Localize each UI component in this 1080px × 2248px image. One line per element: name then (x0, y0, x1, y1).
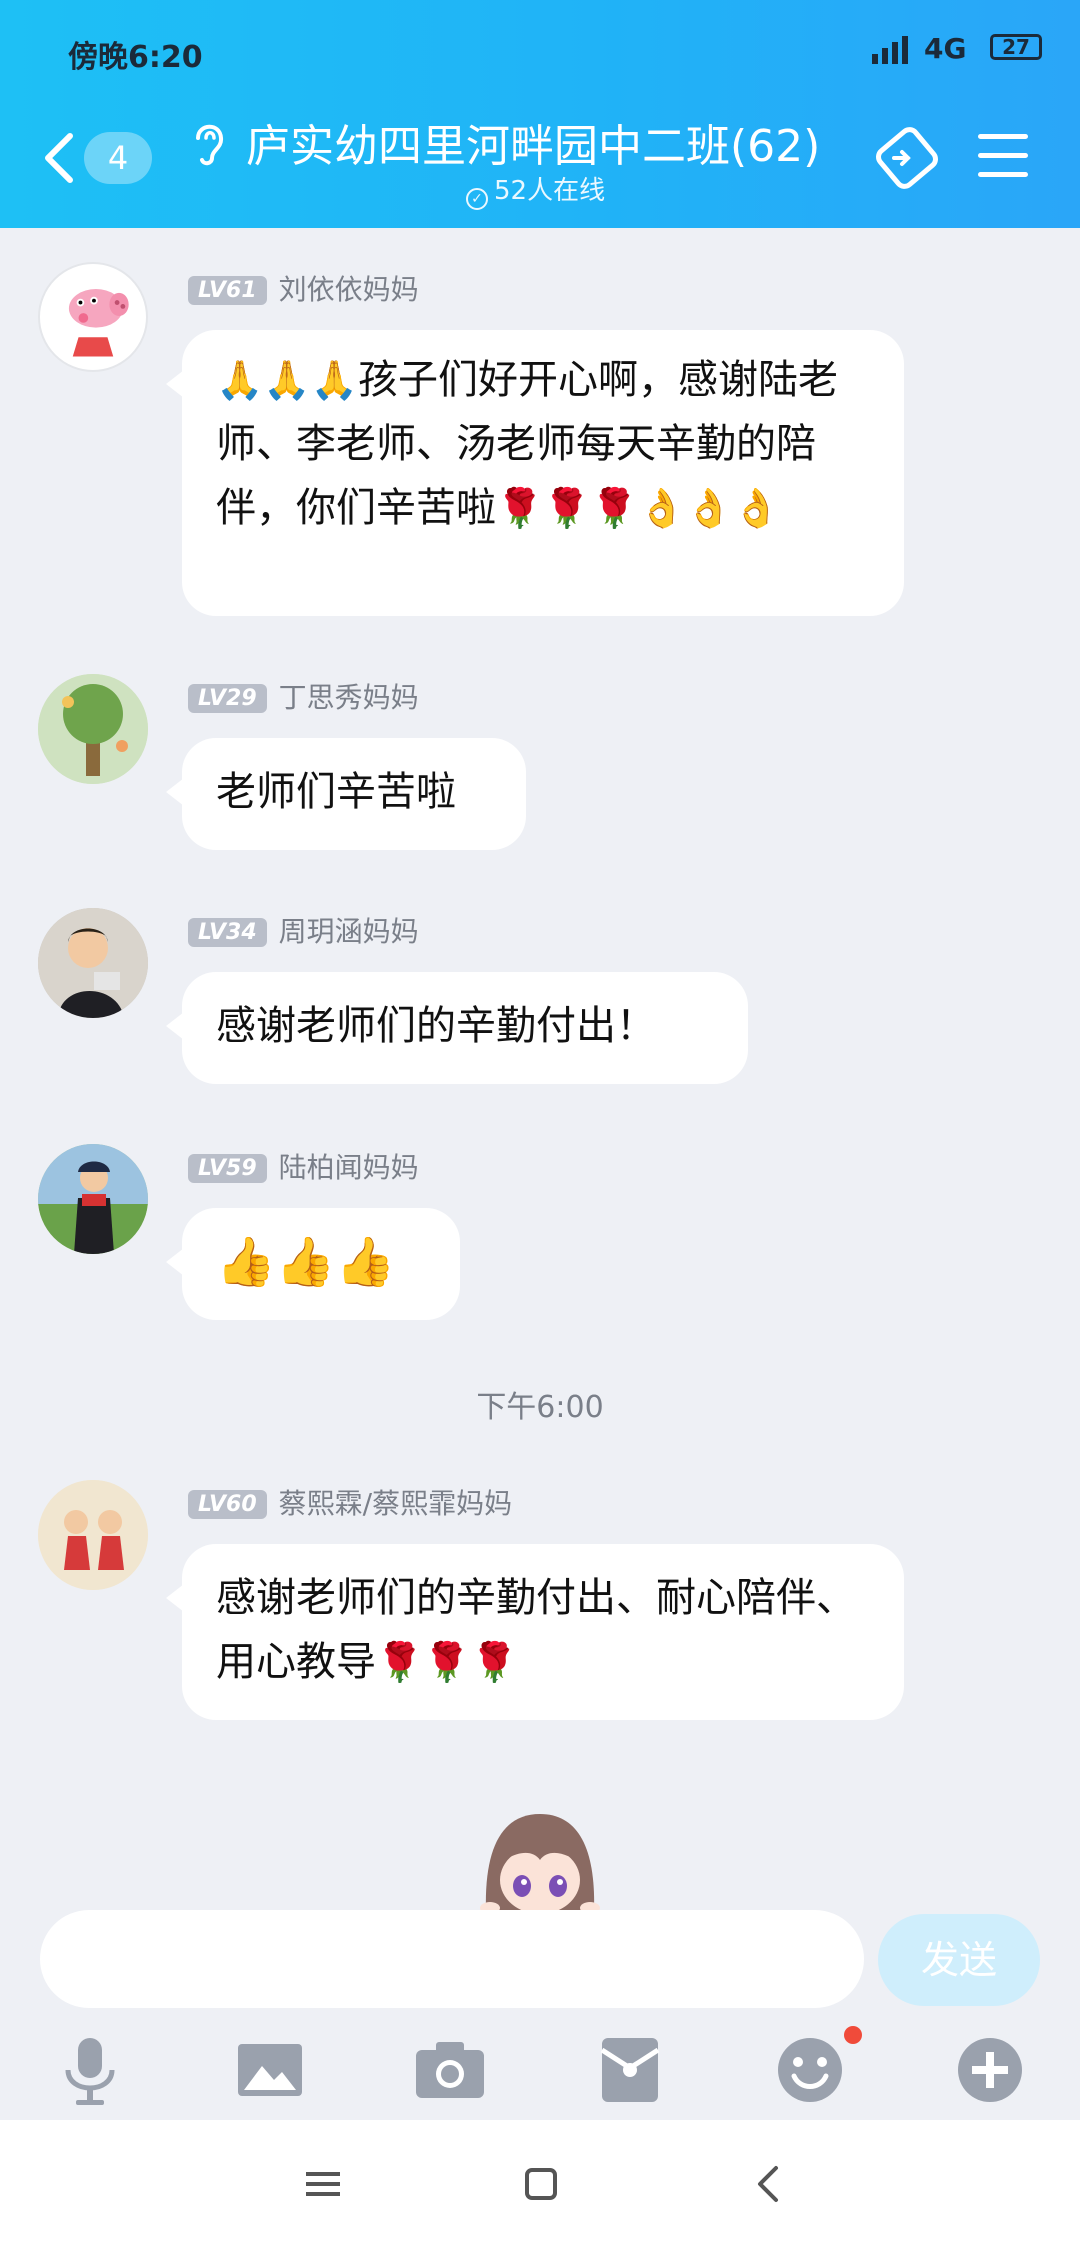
red-packet-icon[interactable] (590, 2030, 670, 2110)
status-bar: 傍晚6:20 4G 27 (0, 0, 1080, 100)
notification-dot (844, 2026, 862, 2044)
sender-line: LV61 刘依依妈妈 (188, 268, 419, 308)
message-bubble[interactable]: 👍👍👍 (166, 1208, 460, 1320)
mic-icon[interactable] (50, 2030, 130, 2110)
input-toolbar (0, 2030, 1080, 2130)
rose-ok-emoji: 🌹🌹🌹👌👌👌 (496, 486, 780, 530)
thumbs-up-emoji: 👍👍👍 (216, 1234, 396, 1290)
sender-line: LV29 丁思秀妈妈 (188, 676, 419, 716)
home-icon[interactable] (516, 2164, 566, 2204)
child-outdoor-photo-avatar (38, 1144, 148, 1254)
status-time: 傍晚6:20 (68, 40, 203, 75)
online-count-text: 52人在线 (494, 176, 606, 206)
message-bubble[interactable]: 老师们辛苦啦 (166, 738, 526, 850)
check-circle-icon: ✓ (466, 188, 488, 210)
chat-header: 傍晚6:20 4G 27 4 庐实幼四里河畔园中二班(62) ✓ 52人在线 (0, 0, 1080, 228)
battery-icon: 27 (990, 34, 1042, 60)
level-badge: LV34 (188, 918, 267, 947)
twins-photo-avatar (38, 1480, 148, 1590)
child-photo-avatar (38, 908, 148, 1018)
message-bubble[interactable]: 🙏🙏🙏孩子们好开心啊，感谢陆老师、李老师、汤老师每天辛勤的陪伴，你们辛苦啦🌹🌹🌹… (166, 330, 904, 616)
online-count: ✓ 52人在线 (466, 170, 605, 210)
unread-count-badge: 4 (84, 132, 152, 184)
time-divider: 下午6:00 (476, 1390, 604, 1425)
sender-name[interactable]: 刘依依妈妈 (279, 273, 419, 306)
avatar[interactable] (38, 1144, 148, 1254)
message-bubble[interactable]: 感谢老师们的辛勤付出、耐心陪伴、用心教导🌹🌹🌹 (166, 1544, 904, 1720)
back-button[interactable]: 4 (40, 118, 160, 198)
message-text: 老师们辛苦啦 (216, 769, 456, 815)
message-bubble[interactable]: 感谢老师们的辛勤付出！ (166, 972, 748, 1084)
system-nav-bar (0, 2120, 1080, 2248)
camera-icon[interactable] (410, 2030, 490, 2110)
message-text: 感谢老师们的辛勤付出、耐心陪伴、用心教导 (216, 1575, 856, 1685)
sender-name[interactable]: 蔡熙霖/蔡熙霏妈妈 (279, 1487, 512, 1520)
message-text: 感谢老师们的辛勤付出！ (216, 1003, 656, 1049)
message-input[interactable] (40, 1910, 864, 2008)
level-badge: LV60 (188, 1490, 267, 1519)
emoji-icon[interactable] (770, 2030, 850, 2110)
anime-character-icon (480, 1814, 600, 1912)
tree-drawing-avatar (38, 674, 148, 784)
sender-line: LV59 陆柏闻妈妈 (188, 1146, 419, 1186)
recent-apps-icon[interactable] (298, 2164, 348, 2204)
sender-name[interactable]: 丁思秀妈妈 (279, 681, 419, 714)
nav-back-icon[interactable] (744, 2164, 794, 2204)
sender-line: LV34 周玥涵妈妈 (188, 910, 419, 950)
level-badge: LV59 (188, 1154, 267, 1183)
ear-icon[interactable] (190, 118, 228, 166)
group-call-icon[interactable] (872, 126, 942, 190)
image-icon[interactable] (230, 2030, 310, 2110)
avatar[interactable] (38, 262, 148, 372)
sender-name[interactable]: 周玥涵妈妈 (279, 915, 419, 948)
avatar[interactable] (38, 908, 148, 1018)
chevron-left-icon (45, 133, 73, 183)
plus-icon[interactable] (950, 2030, 1030, 2110)
peppa-pig-avatar (68, 289, 129, 357)
avatar[interactable] (38, 674, 148, 784)
send-button[interactable]: 发送 (878, 1914, 1040, 2006)
pray-emoji: 🙏🙏🙏 (216, 358, 358, 402)
group-title[interactable]: 庐实幼四里河畔园中二班(62) (246, 110, 820, 174)
network-type: 4G (924, 32, 967, 65)
menu-icon[interactable] (978, 134, 1028, 178)
sender-name[interactable]: 陆柏闻妈妈 (279, 1151, 419, 1184)
sender-line: LV60 蔡熙霖/蔡熙霏妈妈 (188, 1482, 512, 1522)
signal-icon (872, 36, 908, 64)
level-badge: LV29 (188, 684, 267, 713)
avatar[interactable] (38, 1480, 148, 1590)
rose-emoji: 🌹🌹🌹 (376, 1640, 518, 1684)
level-badge: LV61 (188, 276, 267, 305)
